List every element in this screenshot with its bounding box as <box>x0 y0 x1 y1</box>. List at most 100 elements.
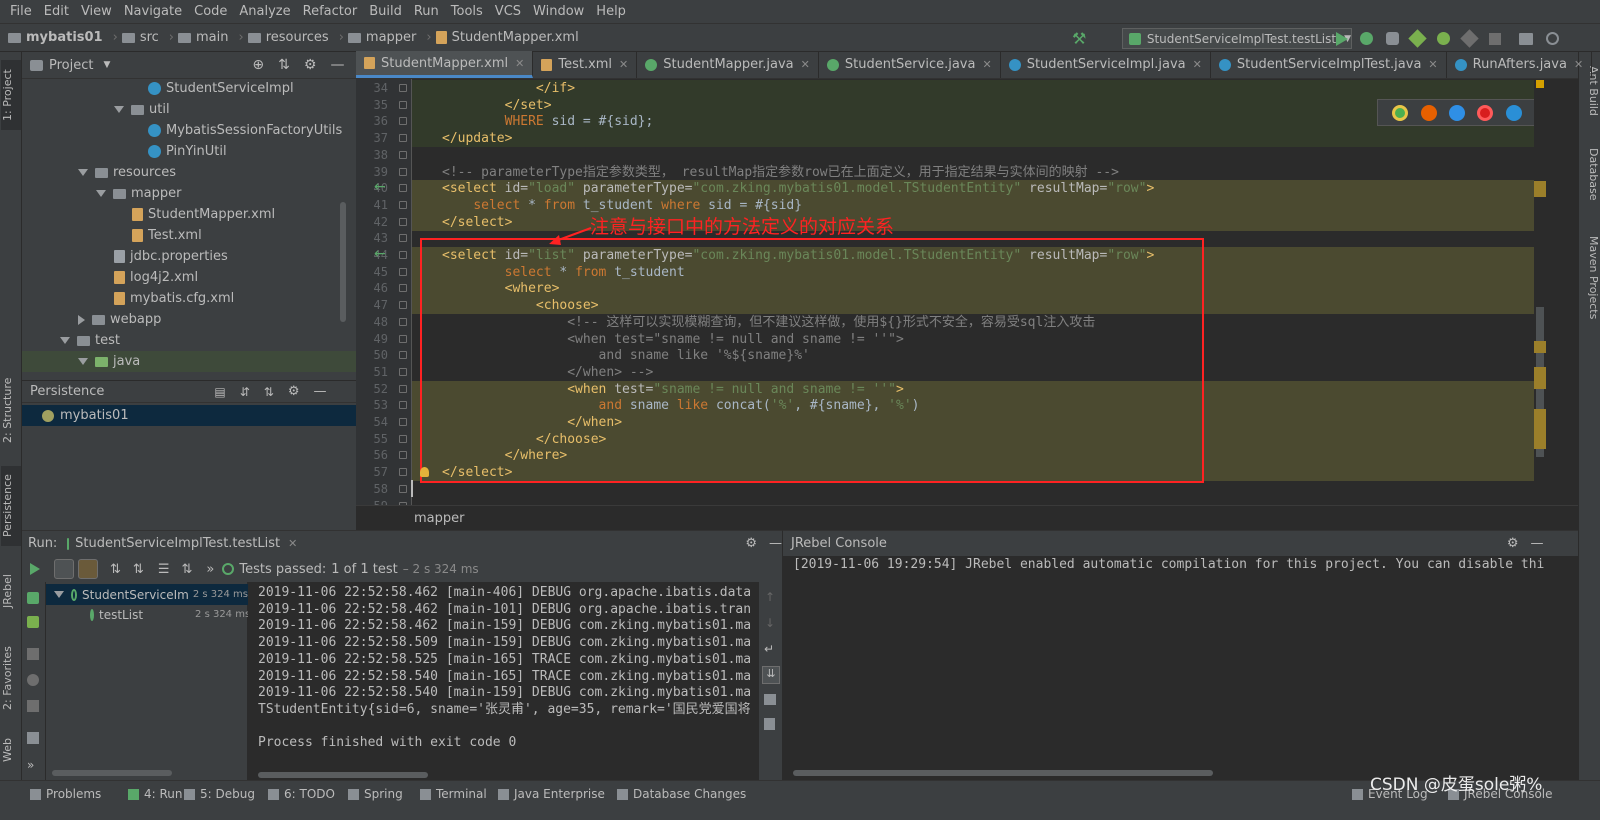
stop-icon[interactable] <box>27 648 39 660</box>
tree-item[interactable]: test <box>22 330 356 351</box>
breadcrumb-item[interactable]: src <box>121 30 159 45</box>
fold-marker-icon[interactable] <box>399 267 407 276</box>
camera-icon[interactable] <box>27 674 39 686</box>
console-scrollbar[interactable] <box>258 772 428 778</box>
menu-item-run[interactable]: Run <box>408 4 445 19</box>
breadcrumb-item[interactable]: resources <box>247 30 329 45</box>
fold-marker-icon[interactable] <box>399 84 407 92</box>
fold-marker-icon[interactable] <box>399 317 407 326</box>
sort-duration-icon[interactable]: ⇅ <box>133 562 144 577</box>
tree-item[interactable]: StudentServiceImpl <box>22 78 356 99</box>
expand-all-icon[interactable]: ☰ <box>158 562 170 577</box>
highlight-marker[interactable] <box>1534 367 1546 389</box>
fold-marker-icon[interactable] <box>399 351 407 360</box>
collapse-all-icon[interactable]: ⇅ <box>264 385 274 399</box>
print-icon[interactable] <box>764 694 776 705</box>
editor-tab[interactable]: RunAfters.java ✕ <box>1447 51 1593 78</box>
rerun-failed-icon[interactable] <box>27 592 39 604</box>
close-icon[interactable]: ✕ <box>288 537 297 550</box>
menu-item-vcs[interactable]: VCS <box>489 4 527 19</box>
fold-marker-icon[interactable] <box>399 284 407 293</box>
status-tab-database-changes[interactable]: Database Changes <box>617 787 746 801</box>
chevron-down-icon[interactable]: ▼ <box>103 60 110 70</box>
tool-tab-persistence[interactable]: Persistence <box>1 466 21 546</box>
warning-marker[interactable] <box>1536 80 1544 88</box>
tree-item[interactable]: java <box>22 351 356 372</box>
tree-item[interactable]: webapp <box>22 309 356 330</box>
more-icon[interactable]: » <box>206 562 214 577</box>
jrebel-scrollbar[interactable] <box>793 770 1213 776</box>
chevron-right-icon[interactable] <box>78 314 85 325</box>
tree-item[interactable]: util <box>22 99 356 120</box>
chrome-icon[interactable] <box>1392 104 1409 121</box>
project-panel-title[interactable]: Project <box>49 58 93 73</box>
minimize-icon[interactable]: — <box>330 57 344 73</box>
build-icon[interactable]: ⚒ <box>1072 31 1088 47</box>
tree-item[interactable]: mybatis.cfg.xml <box>22 288 356 309</box>
menu-item-file[interactable]: File <box>4 4 38 19</box>
scroll-to-end-icon[interactable]: ⇊ <box>762 666 780 684</box>
tree-scrollbar[interactable] <box>340 202 346 322</box>
status-tab-5-debug[interactable]: 5: Debug <box>184 787 255 801</box>
gear-icon[interactable]: ⚙ <box>1507 536 1519 551</box>
close-icon[interactable]: ✕ <box>619 58 628 71</box>
fold-marker-icon[interactable] <box>399 434 407 443</box>
fold-marker-icon[interactable] <box>399 217 407 226</box>
search-everywhere-icon[interactable] <box>1546 32 1559 45</box>
minimize-icon[interactable]: — <box>769 536 782 551</box>
collapse-icon[interactable]: ⇅ <box>278 57 290 73</box>
fold-marker-icon[interactable] <box>399 184 407 193</box>
export-icon[interactable] <box>27 700 39 712</box>
fold-marker-icon[interactable] <box>399 200 407 209</box>
tree-item[interactable]: MybatisSessionFactoryUtils <box>22 120 356 141</box>
breadcrumb-item[interactable]: main <box>178 30 228 45</box>
menu-item-window[interactable]: Window <box>527 4 590 19</box>
status-tab-4-run[interactable]: 4: Run <box>128 787 183 801</box>
rerun-icon[interactable] <box>30 563 40 575</box>
show-ignored-icon[interactable] <box>78 559 98 579</box>
test-suite-row[interactable]: StudentServiceIm 2 s 324 ms <box>46 584 248 605</box>
soft-wrap-icon[interactable]: ↵ <box>764 642 774 656</box>
show-passed-icon[interactable] <box>54 559 74 579</box>
jrebel-debug-icon[interactable] <box>1437 32 1450 45</box>
tree-item[interactable]: log4j2.xml <box>22 267 356 288</box>
gear-icon[interactable]: ⚙ <box>745 536 757 551</box>
fold-marker-icon[interactable] <box>399 251 407 259</box>
highlight-marker[interactable] <box>1534 181 1546 197</box>
fold-marker-icon[interactable] <box>399 384 407 393</box>
internet-explorer-icon[interactable] <box>1505 104 1522 121</box>
close-icon[interactable]: ✕ <box>1428 58 1437 71</box>
run-tab[interactable]: StudentServiceImplTest.testList <box>75 536 280 551</box>
safari-icon[interactable] <box>1448 104 1465 121</box>
fold-marker-icon[interactable] <box>399 301 407 310</box>
close-icon[interactable]: ✕ <box>982 58 991 71</box>
chevron-down-icon[interactable] <box>54 591 64 598</box>
fold-marker-icon[interactable] <box>399 167 407 176</box>
jrebel-console[interactable]: [2019-11-06 19:29:54] JRebel enabled aut… <box>782 556 1578 780</box>
run-icon[interactable] <box>1336 32 1348 46</box>
tree-item[interactable]: mapper <box>22 183 356 204</box>
trash-icon[interactable] <box>764 718 775 730</box>
fold-marker-icon[interactable] <box>399 367 407 376</box>
chevron-down-icon[interactable] <box>60 337 70 344</box>
tabs-overflow-button[interactable]: ≡2 <box>1592 51 1600 78</box>
tool-tab-database[interactable]: Database <box>1580 148 1600 218</box>
layout-icon[interactable] <box>27 732 39 744</box>
gear-icon[interactable]: ⚙ <box>304 57 317 73</box>
tree-item[interactable]: jdbc.properties <box>22 246 356 267</box>
fold-marker-icon[interactable] <box>399 468 407 477</box>
editor-tab[interactable]: StudentServiceImpl.java ✕ <box>1001 51 1211 78</box>
minimize-icon[interactable]: — <box>1531 536 1544 551</box>
menu-item-analyze[interactable]: Analyze <box>233 4 296 19</box>
run-console[interactable]: 2019-11-06 22:52:58.462 [main-406] DEBUG… <box>248 582 758 770</box>
firefox-icon[interactable] <box>1420 104 1437 121</box>
fold-marker-icon[interactable] <box>399 234 407 243</box>
fold-marker-icon[interactable] <box>399 418 407 426</box>
project-structure-icon[interactable] <box>1519 33 1533 45</box>
tool-tab-project[interactable]: 1: Project <box>1 60 21 130</box>
chevron-down-icon[interactable] <box>78 358 88 365</box>
tool-tab-structure[interactable]: 2: Structure <box>1 370 21 450</box>
editor-tab[interactable]: StudentMapper.java ✕ <box>637 51 819 78</box>
tree-item[interactable]: StudentMapper.xml <box>22 204 356 225</box>
fold-marker-icon[interactable] <box>399 484 407 493</box>
